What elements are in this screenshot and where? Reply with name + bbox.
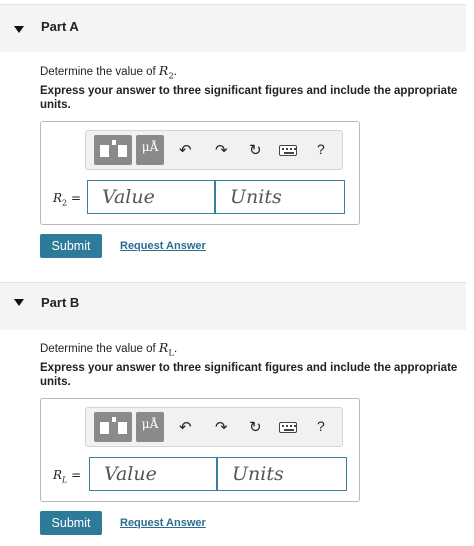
- part-a-toolbar: μÅ ↶ ↷ ↻ ?: [85, 130, 343, 170]
- part-a-answer-box: μÅ ↶ ↷ ↻ ? R2 = Value Units: [40, 121, 360, 225]
- units-icon[interactable]: μÅ: [136, 412, 164, 442]
- part-a-units-input[interactable]: Units: [215, 180, 345, 214]
- keyboard-icon[interactable]: [279, 145, 297, 156]
- part-a-title: Part A: [41, 19, 79, 34]
- part-b-value-input[interactable]: Value: [89, 457, 217, 491]
- help-icon[interactable]: ?: [317, 418, 325, 434]
- redo-icon[interactable]: ↷: [215, 141, 228, 159]
- part-a-value-input[interactable]: Value: [87, 180, 215, 214]
- part-b-instruction: Express your answer to three significant…: [40, 362, 458, 388]
- part-b-header[interactable]: Part B: [0, 282, 466, 330]
- keyboard-icon[interactable]: [279, 422, 297, 433]
- part-b-title: Part B: [41, 295, 80, 310]
- templates-icon[interactable]: [94, 135, 132, 165]
- undo-icon[interactable]: ↶: [179, 141, 192, 159]
- redo-icon[interactable]: ↷: [215, 418, 228, 436]
- reset-icon[interactable]: ↻: [249, 141, 262, 159]
- part-b-question: Determine the value of RL.: [40, 340, 178, 359]
- part-a-request-answer-link[interactable]: Request Answer: [120, 240, 206, 252]
- part-b-variable-label: RL =: [53, 468, 82, 485]
- part-a-variable-label: R2 =: [53, 191, 82, 208]
- part-b-toolbar: μÅ ↶ ↷ ↻ ?: [85, 407, 343, 447]
- part-b-request-answer-link[interactable]: Request Answer: [120, 517, 206, 529]
- collapse-triangle-icon[interactable]: [14, 26, 24, 33]
- part-a-instruction: Express your answer to three significant…: [40, 85, 458, 111]
- units-icon[interactable]: μÅ: [136, 135, 164, 165]
- undo-icon[interactable]: ↶: [179, 418, 192, 436]
- help-icon[interactable]: ?: [317, 141, 325, 157]
- part-a-header[interactable]: Part A: [0, 4, 466, 52]
- part-b-submit-button[interactable]: Submit: [40, 511, 102, 535]
- templates-icon[interactable]: [94, 412, 132, 442]
- part-a-submit-button[interactable]: Submit: [40, 234, 102, 258]
- collapse-triangle-icon[interactable]: [14, 299, 24, 306]
- part-b-units-input[interactable]: Units: [217, 457, 347, 491]
- part-a-question: Determine the value of R2.: [40, 63, 177, 82]
- reset-icon[interactable]: ↻: [249, 418, 262, 436]
- part-b-answer-box: μÅ ↶ ↷ ↻ ? RL = Value Units: [40, 398, 360, 502]
